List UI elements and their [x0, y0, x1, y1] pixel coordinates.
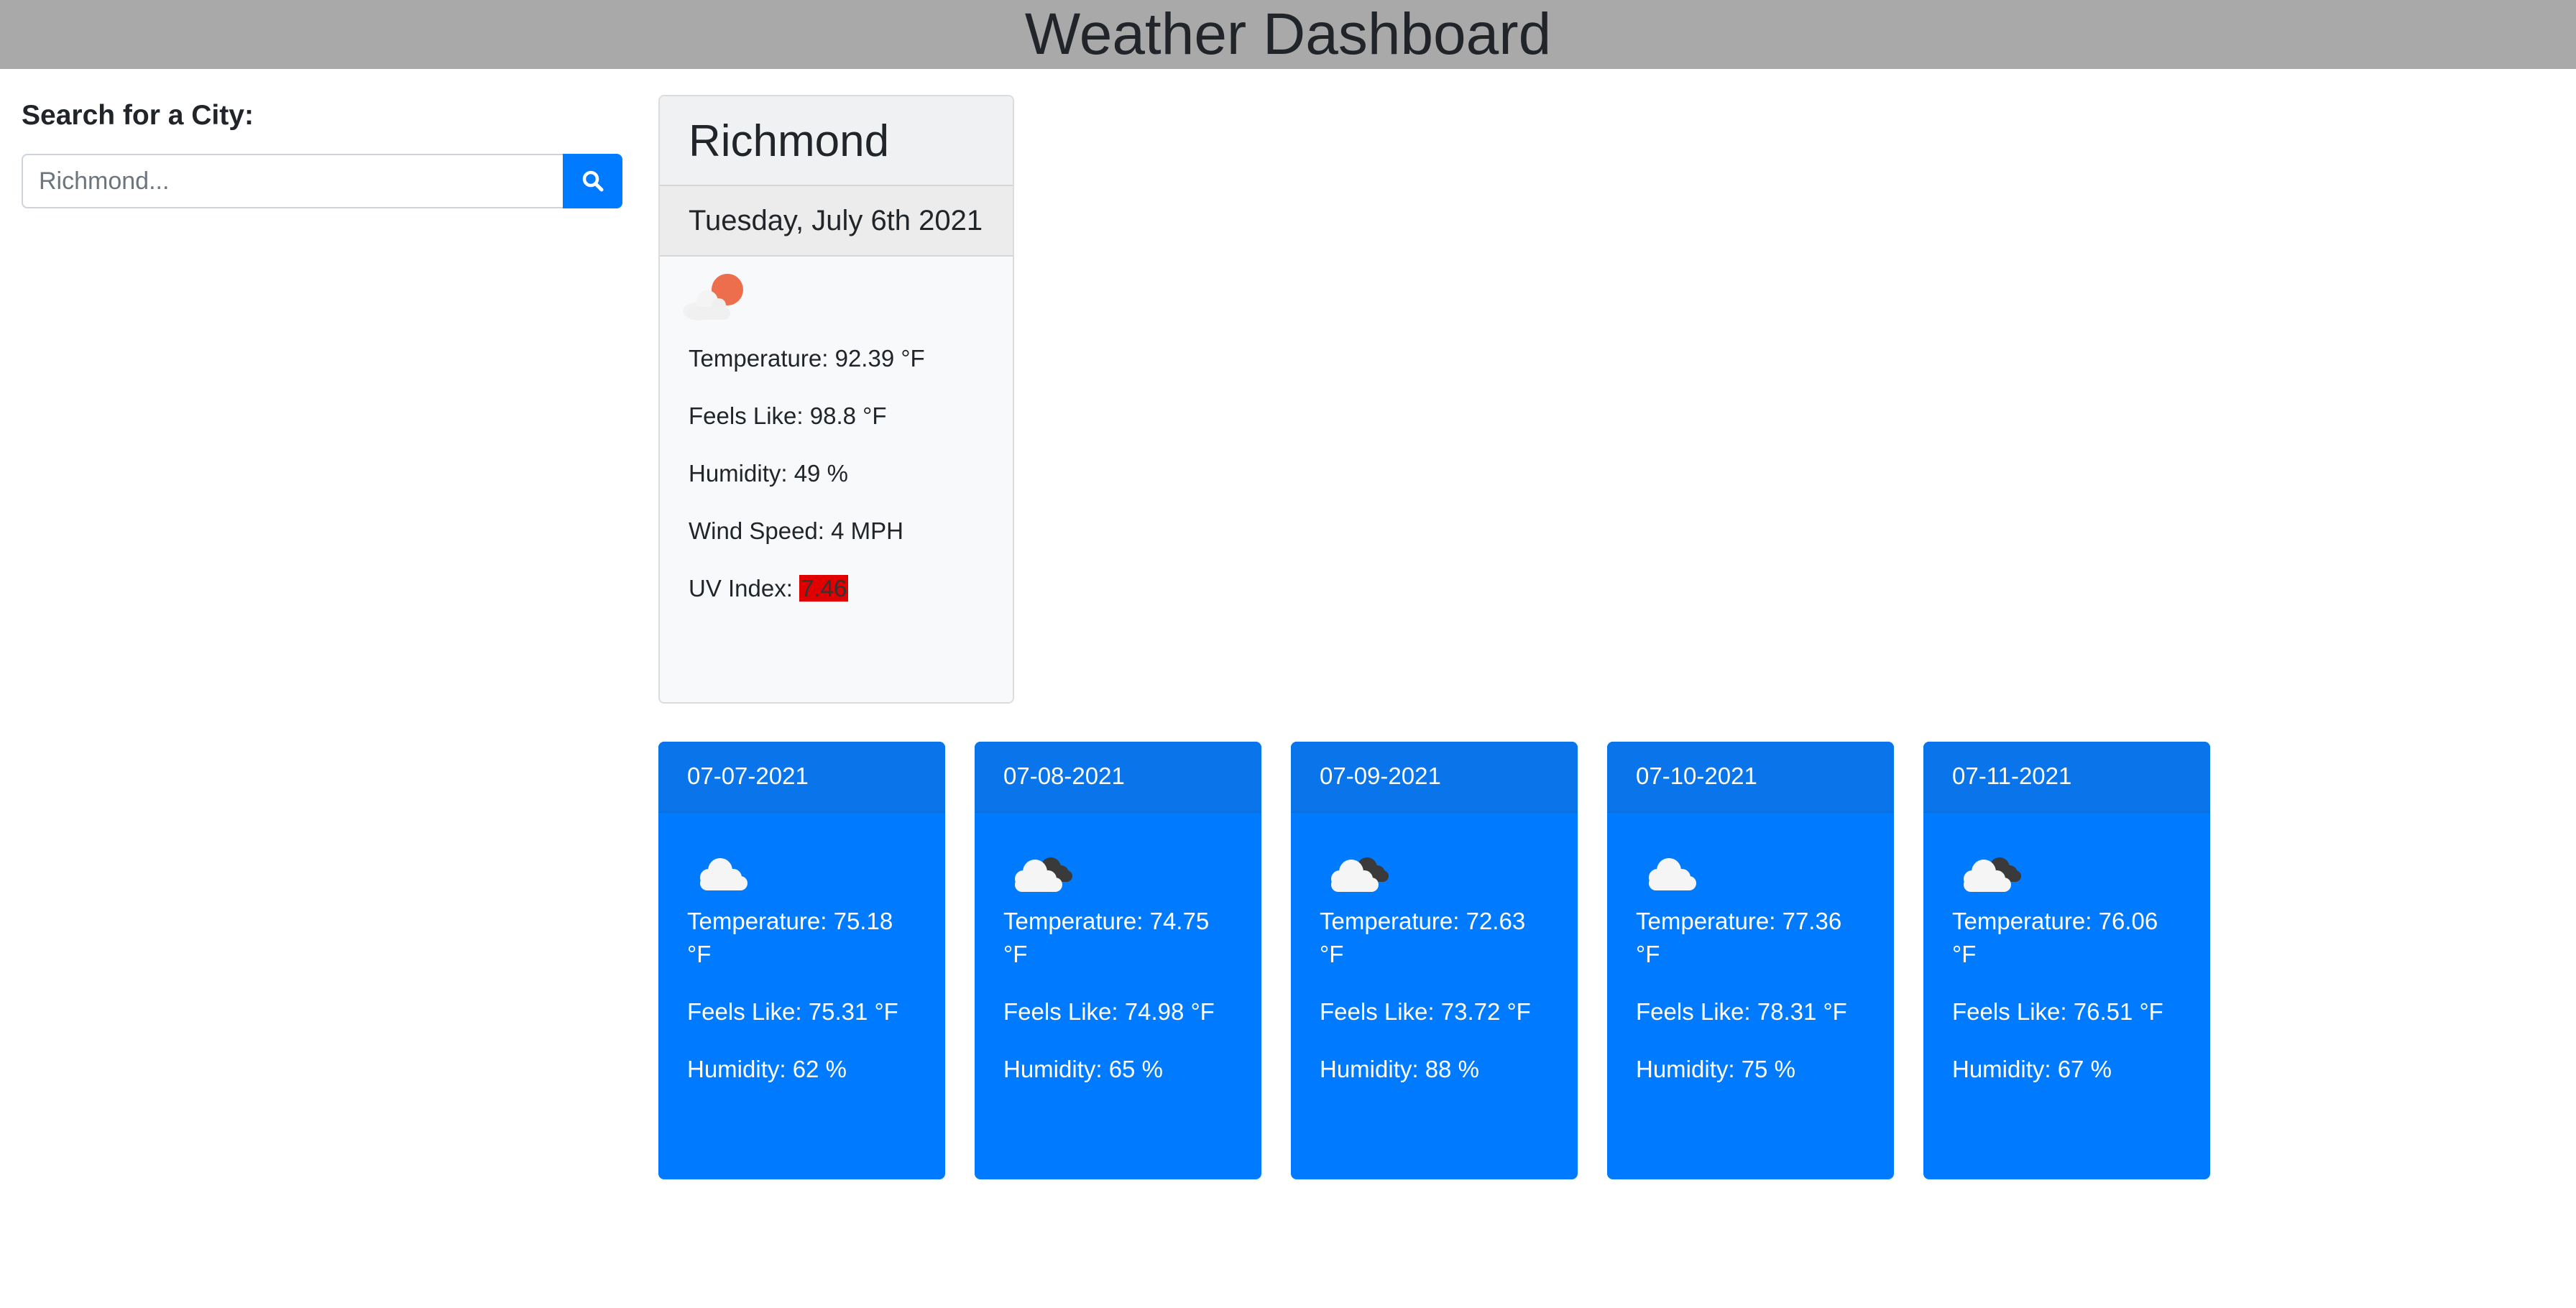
current-wind-speed: Wind Speed: 4 MPH	[689, 517, 903, 544]
forecast-humidity: Humidity: 75 %	[1636, 1056, 1795, 1082]
page-title: Weather Dashboard	[1024, 1, 1552, 67]
forecast-temperature: Temperature: 76.06 °F	[1952, 908, 2158, 967]
forecast-icon-wrap	[1923, 813, 2210, 899]
forecast-temperature: Temperature: 72.63 °F	[1320, 908, 1526, 967]
forecast-feels-like: Feels Like: 75.31 °F	[687, 998, 898, 1025]
forecast-temperature: Temperature: 74.75 °F	[1003, 908, 1210, 967]
forecast-row: 07-07-2021 Temperature: 75.18 °F Feels L…	[658, 742, 2210, 1179]
current-date: Tuesday, July 6th 2021	[660, 186, 1013, 257]
forecast-icon-wrap	[1607, 813, 1894, 899]
forecast-temperature: Temperature: 75.18 °F	[687, 908, 893, 967]
forecast-date: 07-07-2021	[658, 742, 945, 813]
forecast-feels-like: Feels Like: 73.72 °F	[1320, 998, 1531, 1025]
forecast-humidity: Humidity: 62 %	[687, 1056, 847, 1082]
current-uv-index: UV Index: 7.46	[660, 573, 1013, 604]
search-label: Search for a City:	[22, 100, 254, 131]
forecast-card: 07-11-2021 Temperature: 76.06 °F Feels L…	[1923, 742, 2210, 1179]
forecast-icon-wrap	[975, 813, 1261, 899]
header-bar: Weather Dashboard	[0, 0, 2576, 69]
search-group	[22, 154, 622, 208]
current-weather-card: Richmond Tuesday, July 6th 2021 Temperat…	[658, 95, 1014, 704]
uv-label: UV Index:	[689, 575, 800, 602]
forecast-icon-wrap	[1291, 813, 1578, 899]
search-icon	[582, 170, 603, 192]
forecast-feels-like: Feels Like: 78.31 °F	[1636, 998, 1847, 1025]
forecast-card: 07-08-2021 Temperature: 74.75 °F Feels L…	[975, 742, 1261, 1179]
forecast-card: 07-10-2021 Temperature: 77.36 °F Feels L…	[1607, 742, 1894, 1179]
forecast-humidity: Humidity: 88 %	[1320, 1056, 1479, 1082]
current-icon-wrap	[660, 257, 1013, 343]
broken-clouds-icon	[1015, 857, 1072, 892]
forecast-card: 07-09-2021 Temperature: 72.63 °F Feels L…	[1291, 742, 1578, 1179]
forecast-humidity: Humidity: 65 %	[1003, 1056, 1163, 1082]
forecast-date: 07-09-2021	[1291, 742, 1578, 813]
broken-clouds-icon	[1964, 857, 2021, 892]
few-clouds-day-icon	[683, 274, 743, 321]
search-button[interactable]	[563, 154, 622, 208]
search-panel: Search for a City:	[22, 95, 622, 208]
forecast-feels-like: Feels Like: 76.51 °F	[1952, 998, 2163, 1025]
cloud-icon	[1649, 858, 1696, 890]
forecast-card: 07-07-2021 Temperature: 75.18 °F Feels L…	[658, 742, 945, 1179]
forecast-date: 07-10-2021	[1607, 742, 1894, 813]
forecast-date: 07-11-2021	[1923, 742, 2210, 813]
forecast-temperature: Temperature: 77.36 °F	[1636, 908, 1842, 967]
broken-clouds-icon	[1331, 857, 1389, 892]
current-feels-like: Feels Like: 98.8 °F	[689, 402, 887, 429]
search-input[interactable]	[22, 154, 563, 208]
current-temperature: Temperature: 92.39 °F	[689, 345, 925, 372]
current-humidity: Humidity: 49 %	[689, 460, 848, 487]
uv-badge: 7.46	[799, 575, 849, 602]
forecast-date: 07-08-2021	[975, 742, 1261, 813]
cloud-icon	[700, 858, 748, 890]
forecast-feels-like: Feels Like: 74.98 °F	[1003, 998, 1215, 1025]
current-city: Richmond	[660, 96, 1013, 186]
forecast-humidity: Humidity: 67 %	[1952, 1056, 2112, 1082]
forecast-icon-wrap	[658, 813, 945, 899]
